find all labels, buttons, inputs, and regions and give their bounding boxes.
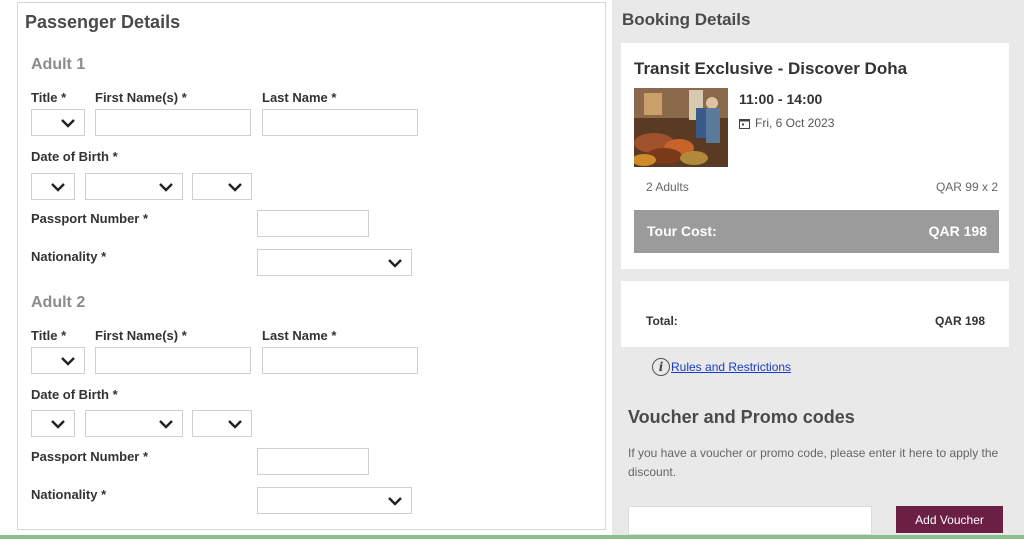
adult-2-title-label: Title * xyxy=(31,328,67,343)
adult-1-dob-month-select[interactable] xyxy=(85,173,183,200)
tour-date-row: Fri, 6 Oct 2023 xyxy=(739,116,834,130)
adult-2-nationality-label: Nationality * xyxy=(31,487,107,502)
adults-count: 2 Adults xyxy=(646,180,689,194)
adult-1-dob-day-select[interactable] xyxy=(31,173,75,200)
chevron-down-icon xyxy=(61,119,75,128)
price-each: QAR 99 x 2 xyxy=(935,180,998,194)
rules-row: i Rules and Restrictions xyxy=(652,358,791,376)
tour-date: Fri, 6 Oct 2023 xyxy=(755,116,835,130)
chevron-down-icon xyxy=(228,183,242,192)
passenger-details-title: Passenger Details xyxy=(25,12,181,32)
booking-sidebar: Booking Details Transit Exclusive - Disc… xyxy=(612,0,1024,539)
adult-1-title-select[interactable] xyxy=(31,109,85,136)
adult-1-first-name-label: First Name(s) * xyxy=(95,90,187,105)
tour-time: 11:00 - 14:00 xyxy=(739,91,823,107)
rules-restrictions-link[interactable]: Rules and Restrictions xyxy=(671,360,791,374)
tour-name: Transit Exclusive - Discover Doha xyxy=(634,59,908,78)
total-card: Total: QAR 198 xyxy=(621,281,1009,347)
adult-2-dob-year-select[interactable] xyxy=(192,410,252,437)
chevron-down-icon xyxy=(228,420,242,429)
adult-1-nationality-label: Nationality * xyxy=(31,249,107,264)
passenger-details-panel: Passenger Details Adult 1 Title * First … xyxy=(17,2,606,530)
adult-1-heading: Adult 1 xyxy=(31,56,86,73)
adult-1-last-name-input[interactable] xyxy=(262,109,418,136)
info-icon: i xyxy=(652,358,670,376)
bottom-divider xyxy=(0,535,1024,539)
tour-card: Transit Exclusive - Discover Doha 11:00 … xyxy=(621,43,1009,269)
adult-2-heading: Adult 2 xyxy=(31,294,86,311)
adult-2-last-name-input[interactable] xyxy=(262,347,418,374)
add-voucher-button[interactable]: Add Voucher xyxy=(896,506,1003,533)
adult-2-passport-input[interactable] xyxy=(257,448,369,475)
adult-1-title-label: Title * xyxy=(31,90,67,105)
adult-1-passport-label: Passport Number * xyxy=(31,211,149,226)
tour-cost-value: QAR 198 xyxy=(928,223,987,239)
adult-2-dob-day-select[interactable] xyxy=(31,410,75,437)
chevron-down-icon xyxy=(51,420,65,429)
adult-2-first-name-label: First Name(s) * xyxy=(95,328,187,343)
chevron-down-icon xyxy=(388,259,402,268)
adult-2-dob-label: Date of Birth * xyxy=(31,387,118,402)
chevron-down-icon xyxy=(159,420,173,429)
adult-1-first-name-input[interactable] xyxy=(95,109,251,136)
tour-image xyxy=(634,88,728,167)
adult-2-passport-label: Passport Number * xyxy=(31,449,149,464)
voucher-input[interactable] xyxy=(628,506,872,535)
chevron-down-icon xyxy=(159,183,173,192)
adult-1-dob-label: Date of Birth * xyxy=(31,149,118,164)
chevron-down-icon xyxy=(51,183,65,192)
tour-cost-label: Tour Cost: xyxy=(647,223,717,239)
adult-1-passport-input[interactable] xyxy=(257,210,369,237)
voucher-help-text: If you have a voucher or promo code, ple… xyxy=(628,446,999,479)
adult-1-last-name-label: Last Name * xyxy=(262,90,337,105)
adult-2-last-name-label: Last Name * xyxy=(262,328,337,343)
chevron-down-icon xyxy=(61,357,75,366)
voucher-title: Voucher and Promo codes xyxy=(628,407,855,427)
adult-1-nationality-select[interactable] xyxy=(257,249,412,276)
adult-2-first-name-input[interactable] xyxy=(95,347,251,374)
adult-2-dob-month-select[interactable] xyxy=(85,410,183,437)
chevron-down-icon xyxy=(388,497,402,506)
calendar-icon xyxy=(739,118,750,129)
adult-2-title-select[interactable] xyxy=(31,347,85,374)
total-label: Total: xyxy=(646,314,678,328)
total-value: QAR 198 xyxy=(934,314,985,328)
adult-2-nationality-select[interactable] xyxy=(257,487,412,514)
tour-cost-bar: Tour Cost: QAR 198 xyxy=(634,210,999,253)
booking-details-title: Booking Details xyxy=(622,10,751,29)
adult-1-dob-year-select[interactable] xyxy=(192,173,252,200)
